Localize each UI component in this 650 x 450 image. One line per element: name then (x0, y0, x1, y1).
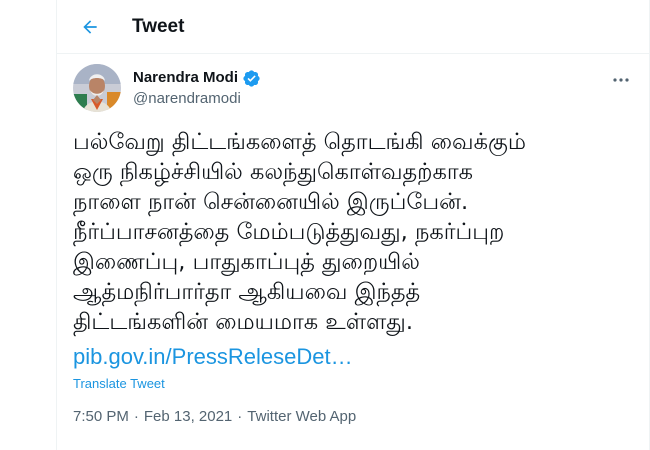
tweet-time[interactable]: 7:50 PM (73, 407, 129, 427)
more-options-button[interactable] (611, 70, 631, 90)
tweet-detail-panel: Tweet Narendra Modi @narendramodi பல்வேற… (56, 0, 650, 450)
avatar-image (73, 64, 121, 112)
author-name[interactable]: Narendra Modi (133, 68, 261, 88)
tweet-header: Tweet (57, 0, 649, 54)
tweet-link[interactable]: pib.gov.in/PressReleseDet… (73, 343, 353, 371)
tweet-text: பல்வேறு திட்டங்களைத் தொடங்கி வைக்கும் ஒர… (73, 129, 526, 335)
arrow-left-icon (83, 20, 97, 34)
tweet-metadata: 7:50 PM · Feb 13, 2021 · Twitter Web App (73, 407, 356, 427)
translate-tweet-button[interactable]: Translate Tweet (73, 375, 165, 393)
author-handle[interactable]: @narendramodi (133, 89, 241, 109)
meta-separator: · (133, 408, 139, 425)
back-button[interactable] (77, 14, 103, 40)
tweet-source[interactable]: Twitter Web App (247, 407, 356, 427)
avatar[interactable] (73, 64, 121, 112)
meta-separator: · (237, 408, 243, 425)
page-title: Tweet (132, 16, 185, 37)
author-name-text: Narendra Modi (133, 69, 239, 86)
more-dots-icon (613, 78, 629, 82)
tweet-date[interactable]: Feb 13, 2021 (144, 407, 232, 427)
verified-badge-icon (243, 69, 260, 87)
